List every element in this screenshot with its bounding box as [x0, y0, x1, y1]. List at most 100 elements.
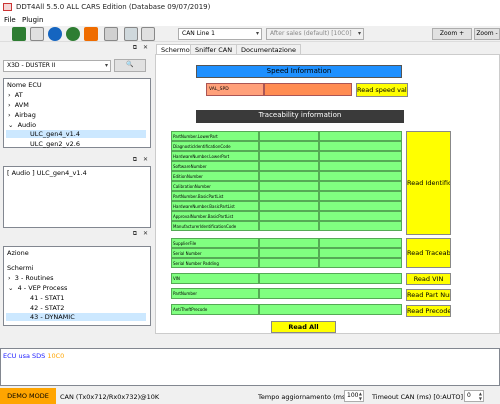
field-label: HardwareNumber.LowerPart [171, 151, 259, 161]
chevron-right-icon: › [8, 111, 11, 119]
field-value-raw [319, 191, 402, 201]
dock-float-close-icon[interactable]: ⧉ ✕ [133, 156, 150, 164]
menu-bar: File Plugin [0, 14, 500, 26]
refresh-value: 100 [347, 392, 359, 399]
antitheft-value [259, 304, 402, 315]
ecu-search-button[interactable]: 🔍 [114, 59, 146, 72]
zoom-out-button[interactable]: Zoom - [474, 28, 500, 40]
log-prefix: ECU usa SDS [3, 352, 46, 360]
log-code: 10C0 [47, 352, 65, 360]
tree-item[interactable]: › AT [8, 91, 23, 99]
heart-icon[interactable] [84, 27, 98, 41]
field-value-raw [319, 211, 402, 221]
tree-item-label: 4 - VEP Process [17, 284, 68, 292]
speed-value [264, 83, 352, 96]
field-value-raw [319, 201, 402, 211]
ecu-tree[interactable]: Nome ECU › AT › AVM › Airbag ⌄ Audio ULC… [3, 78, 151, 148]
partnumber-value [259, 288, 402, 299]
field-label: Serial Number Padding [171, 258, 259, 268]
menu-file[interactable]: File [4, 16, 16, 24]
antitheft-label: AntiTheftPrecode [171, 304, 259, 315]
vehicle-select[interactable]: X3D - DUSTER II ▾ [3, 60, 111, 72]
field-value [259, 161, 319, 171]
log-panel[interactable]: ECU usa SDS 10C0 [0, 348, 500, 386]
tree-item[interactable]: ⌄ Audio [8, 121, 36, 129]
timeout-spinbox[interactable]: 0 ▲ ▼ [464, 390, 484, 402]
tree-item[interactable]: › 3 - Routines [8, 274, 54, 282]
menu-plugin[interactable]: Plugin [22, 16, 43, 24]
read-all-button[interactable]: Read All [271, 321, 336, 333]
hex-icon[interactable] [104, 27, 118, 41]
timeout-value: 0 [467, 392, 471, 399]
field-label: DiagnosticIdentificationCode [171, 141, 259, 151]
tab-sniffer-can[interactable]: Sniffer CAN [190, 44, 238, 54]
chevron-down-icon: ▾ [255, 30, 259, 37]
timeout-label: Timeout CAN (ms) [0:AUTO] : [372, 393, 468, 401]
current-ecu-panel[interactable]: [ Audio ] ULC_gen4_v1.4 [3, 166, 151, 228]
can-line-select[interactable]: CAN Line 1 ▾ [178, 28, 262, 40]
field-value-raw [319, 258, 402, 268]
field-value-raw [319, 141, 402, 151]
tree-item-label: Airbag [14, 111, 36, 119]
tree-item-label: 3 - Routines [14, 274, 54, 282]
tree-item-selected[interactable]: 43 - DYNAMIC [6, 313, 146, 321]
field-value [259, 131, 319, 141]
read-vin-button[interactable]: Read VIN [406, 273, 451, 285]
read-part-number-button[interactable]: Read Part Number [406, 289, 451, 301]
field-label: SupplierFile [171, 238, 259, 248]
dock-float-close-icon[interactable]: ⧉ ✕ [133, 230, 150, 238]
can-line-value: CAN Line 1 [182, 30, 215, 37]
read-speed-button[interactable]: Read speed value [356, 83, 408, 97]
field-label: ManufacturerIdentificationCode [171, 221, 259, 231]
log-line: ECU usa SDS 10C0 [3, 352, 64, 360]
diff-icon[interactable] [141, 27, 155, 41]
tree-item[interactable]: › Airbag [8, 111, 36, 119]
session-select[interactable]: After sales (default) [10C0] ▾ [266, 28, 364, 40]
log-icon[interactable] [124, 27, 138, 41]
tree-item[interactable]: 41 - STAT1 [30, 294, 64, 302]
traceability-title: Traceability information [196, 110, 404, 123]
tree-item-label: AT [14, 91, 23, 99]
zoom-in-button[interactable]: Zoom + [432, 28, 472, 40]
read-precode-button[interactable]: Read Precode [406, 305, 451, 317]
spin-arrows-icon[interactable]: ▲ ▼ [479, 391, 482, 401]
record-icon[interactable] [66, 27, 80, 41]
tab-schermo[interactable]: Schermo [156, 44, 195, 54]
read-traceability-button[interactable]: Read Traceability [406, 238, 451, 268]
field-label: PartNumber.BasicPartList [171, 191, 259, 201]
field-value-raw [319, 131, 402, 141]
screen-area: Speed Information VAL_SPD Read speed val… [155, 54, 500, 334]
refresh-spinbox[interactable]: 100 ▲ ▼ [344, 390, 364, 402]
field-value [259, 258, 319, 268]
search-icon: 🔍 [126, 61, 134, 68]
tree-item[interactable]: ⌄ 4 - VEP Process [8, 284, 67, 292]
screens-dock-header: ⧉ ✕ [0, 230, 152, 239]
current-ecu-dock-header: ⧉ ✕ [0, 156, 152, 165]
tree-item[interactable]: › AVM [8, 101, 29, 109]
field-value [259, 141, 319, 151]
field-value [259, 221, 319, 231]
field-value [259, 171, 319, 181]
field-label: HardwareNumber.BasicPartList [171, 201, 259, 211]
tree-item-label: Audio [17, 121, 37, 129]
refresh-label: Tempo aggiornamento (ms) [258, 393, 348, 401]
dock-float-close-icon[interactable]: ⧉ ✕ [133, 44, 150, 52]
connect-icon[interactable] [12, 27, 26, 41]
refresh-icon[interactable] [48, 27, 62, 41]
vehicle-value: X3D - DUSTER II [7, 62, 56, 69]
tab-documentazione[interactable]: Documentazione [236, 44, 301, 54]
field-value-raw [319, 221, 402, 231]
spin-arrows-icon[interactable]: ▲ ▼ [359, 391, 362, 401]
tree-item[interactable]: 42 - STAT2 [30, 304, 64, 312]
scan-icon[interactable] [30, 27, 44, 41]
tree-item-selected[interactable]: ULC_gen4_v1.4 [6, 130, 146, 138]
vin-label: VIN [171, 273, 259, 284]
screens-tree[interactable]: Azione Schermi › 3 - Routines ⌄ 4 - VEP … [3, 246, 151, 326]
session-value: After sales (default) [10C0] [270, 30, 352, 37]
speed-field-label: VAL_SPD [206, 83, 264, 96]
read-identification-button[interactable]: Read Identification [406, 131, 451, 235]
field-label: SoftwareNumber [171, 161, 259, 171]
field-label: ApprovalNumber.BasicPartList [171, 211, 259, 221]
chevron-down-icon: ▾ [104, 62, 108, 69]
tree-item[interactable]: ULC_gen2_v2.6 [30, 140, 80, 148]
